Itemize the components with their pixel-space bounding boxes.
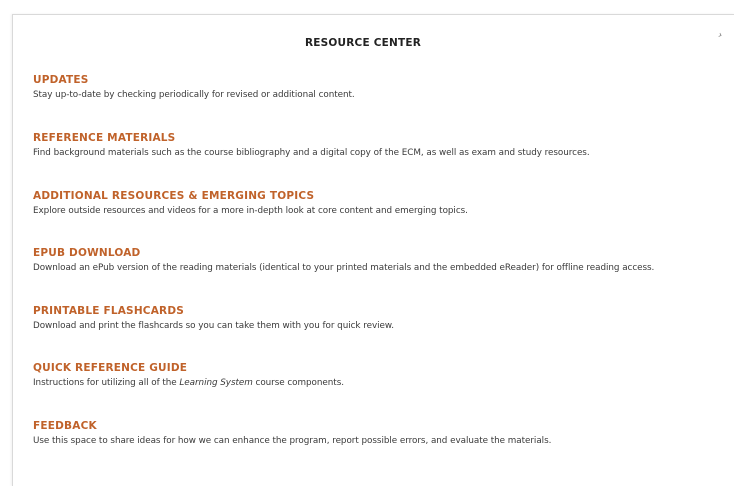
description-emphasis: Learning System xyxy=(179,378,253,388)
description-text-after: course components. xyxy=(252,378,345,388)
section-description-epub-download: Download an ePub version of the reading … xyxy=(33,263,655,273)
section-title-epub-download[interactable]: EPUB DOWNLOAD xyxy=(33,247,733,259)
section-additional-resources: ADDITIONAL RESOURCES & EMERGING TOPICS E… xyxy=(33,190,733,216)
close-icon[interactable]: › xyxy=(716,30,724,42)
section-description-feedback: Use this space to share ideas for how we… xyxy=(33,436,552,446)
section-title-quick-reference-guide[interactable]: QUICK REFERENCE GUIDE xyxy=(33,362,733,374)
section-quick-reference-guide: QUICK REFERENCE GUIDE Instructions for u… xyxy=(33,362,733,388)
description-text-before: Instructions for utilizing all of the xyxy=(33,378,180,388)
section-description-quick-reference-guide: Instructions for utilizing all of the Le… xyxy=(33,378,733,388)
section-title-reference-materials[interactable]: REFERENCE MATERIALS xyxy=(33,132,733,144)
section-reference-materials: REFERENCE MATERIALS Find background mate… xyxy=(33,132,733,158)
section-title-updates[interactable]: UPDATES xyxy=(33,74,733,86)
section-updates: UPDATES Stay up-to-date by checking peri… xyxy=(33,74,733,100)
section-title-additional-resources[interactable]: ADDITIONAL RESOURCES & EMERGING TOPICS xyxy=(33,190,733,202)
page-title: RESOURCE CENTER xyxy=(305,37,421,49)
resource-center-panel: RESOURCE CENTER › UPDATES Stay up-to-dat… xyxy=(12,14,734,486)
section-title-printable-flashcards[interactable]: PRINTABLE FLASHCARDS xyxy=(33,305,733,317)
section-epub-download: EPUB DOWNLOAD Download an ePub version o… xyxy=(33,247,733,273)
section-description-printable-flashcards: Download and print the flashcards so you… xyxy=(33,321,394,331)
section-description-reference-materials: Find background materials such as the co… xyxy=(33,148,590,158)
section-description-additional-resources: Explore outside resources and videos for… xyxy=(33,206,468,216)
section-feedback: FEEDBACK Use this space to share ideas f… xyxy=(33,420,733,446)
section-printable-flashcards: PRINTABLE FLASHCARDS Download and print … xyxy=(33,305,733,331)
section-description-updates: Stay up-to-date by checking periodically… xyxy=(33,90,355,100)
section-title-feedback[interactable]: FEEDBACK xyxy=(33,420,733,432)
